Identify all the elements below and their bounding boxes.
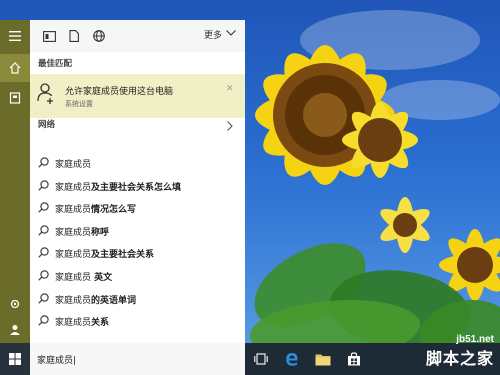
store-bag-icon [348, 352, 360, 366]
add-family-member-icon [37, 83, 53, 104]
search-icon [38, 225, 49, 236]
best-match-subtitle: 系统设置 [65, 100, 93, 108]
gear-icon [10, 299, 20, 309]
suggestion-completion-part: 关系 [91, 318, 110, 329]
start-left-strip [0, 20, 30, 343]
web-suggestion-item[interactable]: 家庭成员 英文 [30, 265, 245, 287]
web-suggestion-item[interactable]: 家庭成员称呼 [30, 220, 245, 242]
watermark-url: jb51.net [456, 334, 494, 345]
search-box[interactable]: 家庭成员| [30, 343, 245, 375]
web-suggestion-text: 家庭成员 [55, 157, 91, 170]
settings-button[interactable] [0, 290, 30, 318]
search-icon [38, 292, 49, 304]
filter-documents-button[interactable] [66, 28, 82, 44]
folder-icon [315, 354, 331, 365]
web-suggestion-text: 家庭成员的英语单词 [55, 293, 136, 306]
feedback-icon [10, 325, 20, 335]
apps-icon [42, 30, 56, 42]
search-icon [38, 270, 49, 281]
web-suggestion-text: 家庭成员情况怎么写 [55, 202, 136, 215]
watermark-name: 脚本之家 [425, 351, 494, 368]
suggestion-query-part: 家庭成员 [55, 227, 92, 238]
file-explorer-button[interactable] [315, 351, 331, 367]
filter-apps-button[interactable] [41, 28, 57, 44]
suggestion-query-part: 家庭成员 [55, 250, 92, 261]
filter-web-button[interactable] [91, 28, 107, 44]
store-button[interactable] [346, 351, 362, 367]
start-button[interactable] [0, 343, 30, 375]
suggestion-query-part: 家庭成员 [55, 160, 92, 170]
search-icon [38, 315, 49, 326]
web-suggestion-item[interactable]: 家庭成员关系 [30, 310, 245, 332]
feedback-button[interactable] [0, 316, 30, 344]
web-suggestion-text: 家庭成员 英文 [55, 270, 112, 283]
sunflower-small [380, 197, 430, 253]
chevron-down-icon[interactable] [226, 30, 236, 36]
globe-icon [93, 30, 105, 42]
suggestion-completion-part: 称呼 [91, 227, 110, 238]
web-suggestion-item[interactable]: 家庭成员情况怎么写 [30, 197, 245, 219]
notebook-icon [9, 92, 21, 104]
suggestion-completion-part: 情况怎么写 [91, 205, 137, 216]
edge-browser-button[interactable] [284, 351, 300, 367]
windows-logo-icon [9, 353, 21, 365]
search-results-panel: 更多 最佳匹配 允许家庭成员使用这台电脑 系统设置 ✕ 网络 家庭成员 家庭成员及… [30, 20, 245, 343]
hamburger-menu-button[interactable] [0, 22, 30, 50]
site-watermark: jb51.net 脚本之家 [426, 334, 494, 369]
search-icon [38, 202, 49, 213]
chevron-right-icon[interactable] [227, 121, 233, 131]
task-view-icon [254, 353, 268, 365]
best-match-heading: 最佳匹配 [38, 59, 73, 69]
suggestion-query-part: 家庭成员 [55, 273, 92, 283]
web-suggestion-text: 家庭成员及主要社会关系怎么填 [55, 180, 181, 193]
suggestion-query-part: 家庭成员 [55, 295, 92, 306]
search-input[interactable]: 家庭成员| [37, 353, 76, 366]
web-suggestion-item[interactable]: 家庭成员 [30, 152, 245, 174]
filter-bar: 更多 [30, 20, 245, 52]
suggestion-query-part: 家庭成员 [55, 205, 92, 216]
web-suggestion-item[interactable]: 家庭成员的英语单词 [30, 288, 245, 310]
best-match-item[interactable]: 允许家庭成员使用这台电脑 系统设置 ✕ [30, 74, 245, 118]
web-suggestion-text: 家庭成员称呼 [55, 225, 109, 238]
search-icon [38, 157, 49, 168]
home-button[interactable] [0, 54, 30, 82]
best-match-title: 允许家庭成员使用这台电脑 [65, 87, 174, 97]
search-icon [38, 247, 49, 259]
suggestion-completion-part: 的英语单词 [91, 295, 137, 306]
web-suggestion-text: 家庭成员及主要社会关系 [55, 247, 154, 260]
suggestion-completion-part: 英文 [91, 273, 113, 283]
search-icon [38, 179, 49, 191]
suggestion-query-part: 家庭成员 [55, 318, 92, 329]
sunflower-medium [342, 102, 418, 178]
edge-icon [286, 353, 298, 366]
suggestion-query-part: 家庭成员 [55, 182, 92, 193]
web-suggestion-item[interactable]: 家庭成员及主要社会关系怎么填 [30, 175, 245, 197]
suggestion-completion-part: 及主要社会关系 [91, 250, 155, 261]
document-icon [69, 30, 79, 42]
more-filters-button[interactable]: 更多 [204, 28, 222, 41]
hamburger-icon [9, 31, 21, 41]
suggestion-completion-part: 及主要社会关系怎么填 [91, 182, 182, 193]
web-suggestion-item[interactable]: 家庭成员及主要社会关系 [30, 242, 245, 264]
web-suggestion-text: 家庭成员关系 [55, 315, 109, 328]
notebook-button[interactable] [0, 84, 30, 112]
web-heading: 网络 [38, 120, 56, 130]
home-icon [9, 62, 21, 74]
task-view-button[interactable] [253, 351, 269, 367]
close-icon[interactable]: ✕ [226, 84, 234, 94]
